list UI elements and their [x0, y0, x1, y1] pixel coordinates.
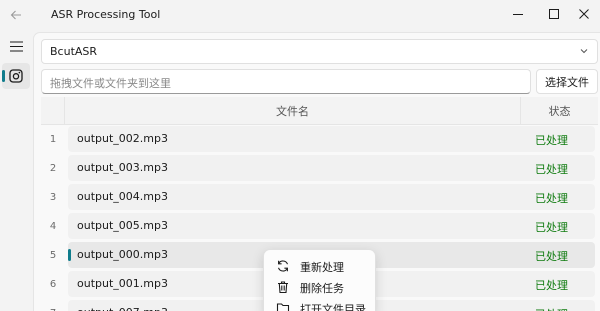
menu-button[interactable]	[4, 34, 28, 58]
header-status[interactable]: 状态	[521, 97, 598, 125]
row-cells[interactable]: output_002.mp3 已处理	[68, 126, 595, 152]
file-drop-input[interactable]: 拖拽文件或文件夹到这里	[41, 69, 531, 94]
select-file-button[interactable]: 选择文件	[536, 69, 598, 94]
app-title: ASR Processing Tool	[51, 8, 161, 21]
row-cells[interactable]: output_003.mp3 已处理	[68, 155, 595, 181]
header-index-cell	[41, 97, 65, 125]
row-status: 已处理	[535, 306, 568, 311]
row-index: 2	[49, 162, 57, 174]
row-index: 4	[49, 220, 57, 232]
row-filename: output_004.mp3	[77, 190, 168, 203]
close-button[interactable]	[566, 0, 600, 28]
navigation-pane	[0, 32, 32, 311]
asr-engine-select[interactable]: BcutASR	[41, 39, 598, 64]
row-status: 已处理	[535, 163, 568, 176]
row-index: 3	[49, 191, 57, 203]
file-drop-placeholder: 拖拽文件或文件夹到这里	[50, 77, 171, 90]
row-index: 1	[49, 133, 57, 145]
row-status: 已处理	[535, 221, 568, 234]
arrow-left-icon	[10, 10, 21, 20]
row-status: 已处理	[535, 192, 568, 205]
row-cells[interactable]: output_005.mp3 已处理	[68, 213, 595, 239]
title-bar: ASR Processing Tool	[0, 0, 600, 32]
table-row[interactable]: 3 output_004.mp3 已处理	[41, 184, 598, 210]
close-icon	[579, 9, 589, 19]
refresh-icon	[277, 260, 289, 272]
row-status: 已处理	[535, 250, 568, 263]
row-status: 已处理	[535, 134, 568, 147]
trash-icon	[278, 281, 288, 294]
row-selection-indicator	[68, 249, 71, 261]
asr-engine-value: BcutASR	[50, 45, 98, 58]
maximize-icon	[549, 9, 559, 19]
hamburger-icon	[9, 40, 23, 52]
row-cells[interactable]: output_004.mp3 已处理	[68, 184, 595, 210]
row-status: 已处理	[535, 279, 568, 292]
folder-icon	[276, 303, 290, 311]
row-filename: output_003.mp3	[77, 161, 168, 174]
chevron-down-icon	[580, 49, 588, 54]
table-row[interactable]: 2 output_003.mp3 已处理	[41, 155, 598, 181]
menu-item-delete[interactable]: 删除任务	[268, 276, 372, 298]
table-header: 文件名 状态	[41, 97, 598, 125]
nav-selection-indicator	[2, 70, 5, 82]
row-index: 7	[41, 300, 65, 311]
table-row[interactable]: 1 output_002.mp3 已处理	[41, 126, 598, 152]
row-filename: output_007.mp3	[77, 306, 168, 311]
row-filename: output_005.mp3	[77, 219, 168, 232]
minimize-icon	[513, 14, 523, 15]
header-filename[interactable]: 文件名	[65, 97, 521, 125]
camera-icon	[9, 69, 23, 83]
row-index: 6	[49, 278, 57, 290]
row-filename: output_001.mp3	[77, 277, 168, 290]
menu-label-delete: 删除任务	[300, 282, 344, 295]
context-menu: 重新处理 删除任务 打开文件目录	[263, 249, 376, 311]
menu-item-open-folder[interactable]: 打开文件目录	[268, 297, 372, 311]
table-row[interactable]: 4 output_005.mp3 已处理	[41, 213, 598, 239]
row-filename: output_002.mp3	[77, 132, 168, 145]
row-filename: output_000.mp3	[77, 248, 168, 261]
menu-label-open-folder: 打开文件目录	[300, 303, 366, 311]
minimize-button[interactable]	[500, 0, 536, 28]
menu-item-reprocess[interactable]: 重新处理	[268, 255, 372, 277]
nav-item-transcription[interactable]	[2, 63, 30, 89]
row-index: 5	[49, 249, 57, 261]
menu-label-reprocess: 重新处理	[300, 261, 344, 274]
back-button[interactable]	[4, 3, 28, 27]
